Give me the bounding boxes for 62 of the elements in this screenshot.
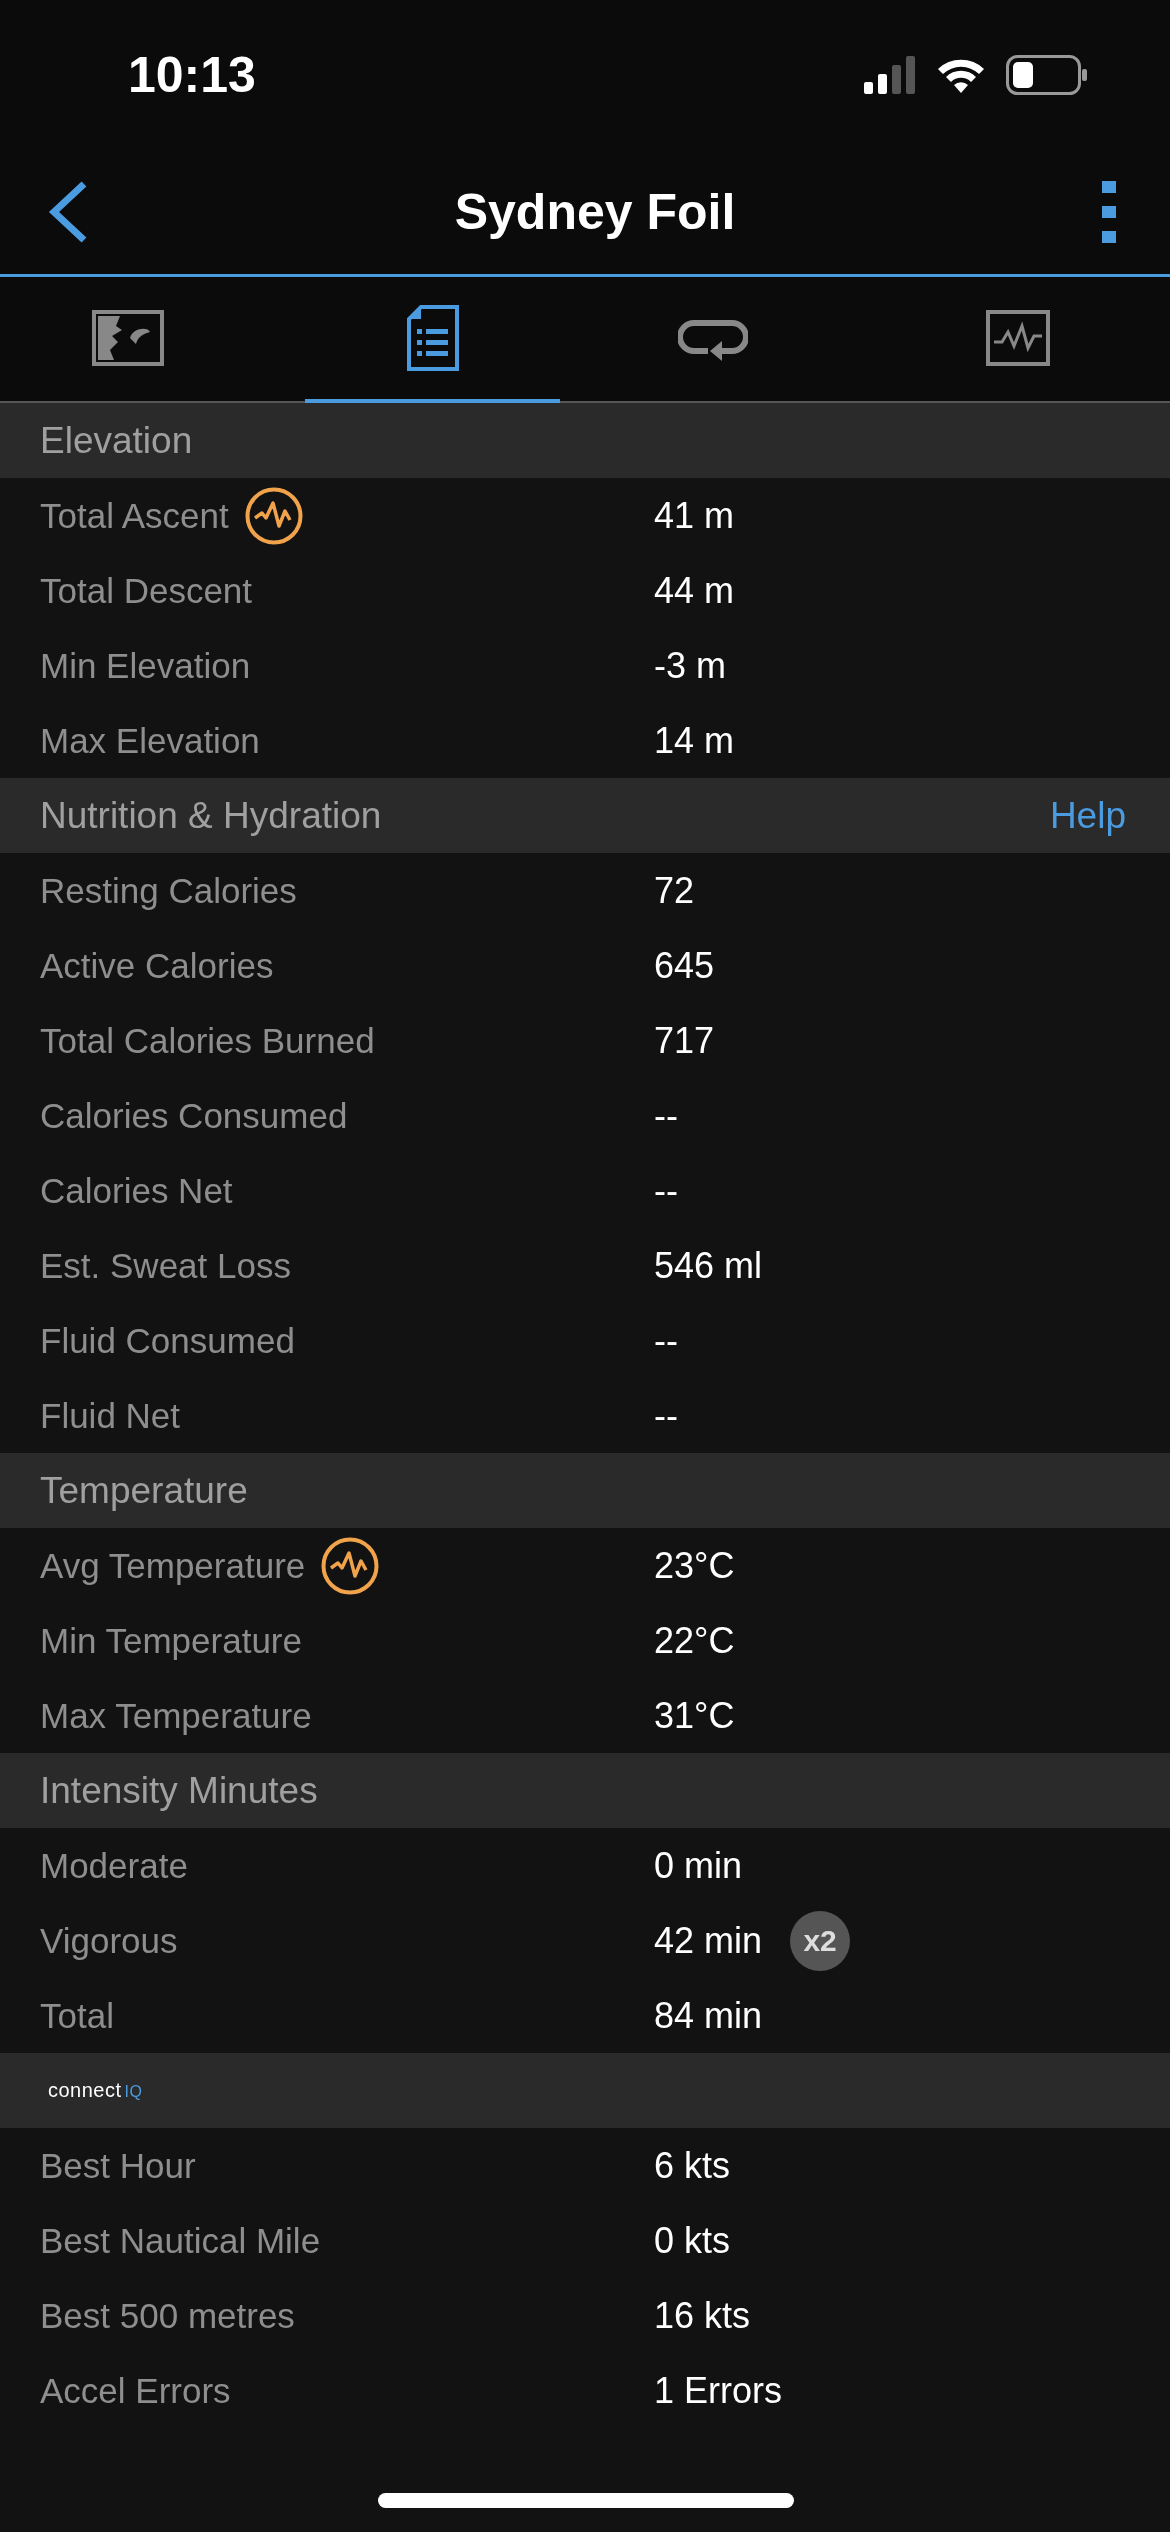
stat-value: -3 m: [654, 644, 726, 687]
stat-label: Avg Temperature: [40, 1545, 306, 1586]
more-icon[interactable]: [1102, 181, 1116, 243]
stat-label: Total: [40, 1995, 114, 2036]
stat-label: Max Temperature: [40, 1695, 312, 1736]
stat-value: 6 kts: [654, 2144, 731, 2187]
stat-label: Accel Errors: [40, 2370, 231, 2411]
stat-label: Moderate: [40, 1845, 188, 1886]
stat-label: Best Nautical Mile: [40, 2220, 321, 2261]
stat-value: 31°C: [654, 1694, 735, 1737]
section-header: Intensity Minutes: [40, 1769, 318, 1812]
waveform-icon[interactable]: [244, 486, 303, 545]
stat-label: Calories Net: [40, 1170, 233, 1211]
stat-label: Best 500 metres: [40, 2295, 295, 2336]
multiplier-badge: x2: [790, 1910, 851, 1971]
stat-value: 645: [654, 944, 715, 987]
stat-value: --: [654, 1094, 678, 1137]
stat-value: 1 Errors: [654, 2369, 783, 2412]
stat-label: Min Elevation: [40, 645, 251, 686]
stat-label: Best Hour: [40, 2145, 196, 2186]
stat-value: 42 min: [654, 1919, 763, 1962]
stat-label: Active Calories: [40, 945, 274, 986]
stat-label: Resting Calories: [40, 870, 297, 911]
signal-icon: [864, 56, 916, 94]
stat-label: Vigorous: [40, 1920, 178, 1961]
stat-value: 0 min: [654, 1844, 743, 1887]
stat-value: 14 m: [654, 719, 735, 762]
stat-value: --: [654, 1319, 678, 1362]
stat-label: Total Ascent: [40, 495, 229, 536]
stat-label: Total Descent: [40, 570, 253, 611]
section-header: Nutrition & Hydration: [40, 794, 382, 837]
stat-value: --: [654, 1394, 678, 1437]
stat-value: 546 ml: [654, 1244, 763, 1287]
section-header: Elevation: [40, 419, 193, 462]
stat-label: Calories Consumed: [40, 1095, 348, 1136]
document-list-icon: [406, 305, 459, 371]
status-time: 10:13: [128, 46, 256, 104]
stat-value: 717: [654, 1019, 715, 1062]
stat-label: Est. Sweat Loss: [40, 1245, 291, 1286]
stat-label: Total Calories Burned: [40, 1020, 375, 1061]
stat-value: 0 kts: [654, 2219, 731, 2262]
stat-label: Fluid Net: [40, 1395, 181, 1436]
connect-iq-logo: connect IQ: [47, 2079, 143, 2102]
stat-value: 72: [654, 869, 695, 912]
chart-icon: [985, 310, 1050, 366]
section-header: Temperature: [40, 1469, 248, 1512]
stat-label: Max Elevation: [40, 720, 260, 761]
stat-label: Min Temperature: [40, 1620, 302, 1661]
stat-value: 22°C: [654, 1619, 735, 1662]
stat-value: 41 m: [654, 494, 735, 537]
stat-label: Fluid Consumed: [40, 1320, 295, 1361]
waveform-icon[interactable]: [321, 1536, 380, 1595]
map-icon: [91, 310, 164, 366]
back-icon[interactable]: [48, 181, 88, 243]
screen-title: Sydney Foil: [454, 183, 736, 241]
stat-value: --: [654, 1169, 678, 1212]
battery-icon: [1006, 55, 1088, 95]
stat-value: 84 min: [654, 1994, 763, 2037]
help-link[interactable]: Help: [1049, 794, 1126, 837]
stat-value: 16 kts: [654, 2294, 751, 2337]
stat-value: 23°C: [654, 1544, 735, 1587]
stat-value: 44 m: [654, 569, 735, 612]
